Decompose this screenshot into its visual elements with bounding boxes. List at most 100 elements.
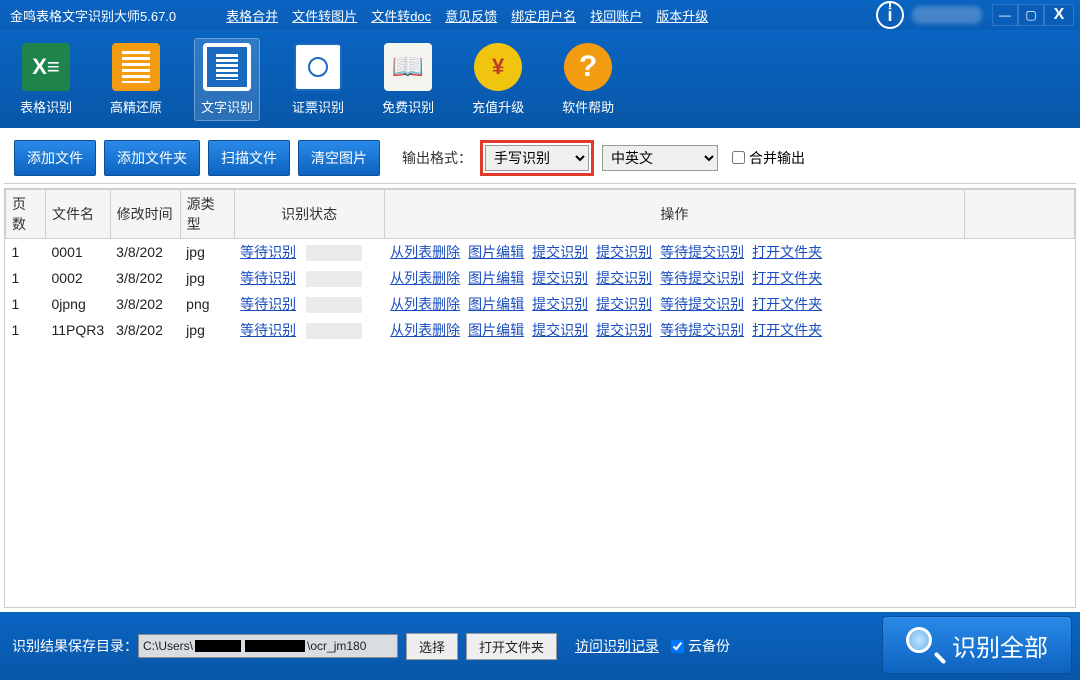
ribbon-label: 充值升级 <box>472 97 524 116</box>
ribbon-label: 表格识别 <box>20 97 72 116</box>
output-format-select[interactable]: 手写识别 <box>485 145 589 171</box>
ribbon-label: 高精还原 <box>110 97 162 116</box>
footer: 识别结果保存目录： C:\Users\\ocr_jm180 选择 打开文件夹 访… <box>0 612 1080 680</box>
cell-pages: 1 <box>6 291 46 317</box>
op-link-0[interactable]: 从列表删除 <box>390 322 460 338</box>
op-link-5[interactable]: 打开文件夹 <box>752 322 822 338</box>
recognize-all-button[interactable]: 识别全部 <box>882 616 1072 674</box>
window-maximize-button[interactable]: ▢ <box>1018 4 1044 26</box>
op-link-2[interactable]: 提交识别 <box>532 322 588 338</box>
menu-links: 表格合并 文件转图片 文件转doc 意见反馈 绑定用户名 找回账户 版本升级 <box>226 6 708 25</box>
col-filename[interactable]: 文件名 <box>46 190 111 239</box>
app-title: 金鸣表格文字识别大师5.67.0 <box>6 6 176 25</box>
ribbon-text-ocr[interactable]: 文字识别 <box>194 38 260 121</box>
merge-output-input[interactable] <box>732 151 745 164</box>
status-link[interactable]: 等待识别 <box>240 322 296 338</box>
add-folder-button[interactable]: 添加文件夹 <box>104 140 200 176</box>
cell-filename: 0002 <box>46 265 111 291</box>
menu-file-to-image[interactable]: 文件转图片 <box>292 6 357 25</box>
op-link-5[interactable]: 打开文件夹 <box>752 296 822 312</box>
cell-ops: 从列表删除图片编辑提交识别提交识别等待提交识别打开文件夹 <box>384 317 964 343</box>
op-link-0[interactable]: 从列表删除 <box>390 270 460 286</box>
op-link-3[interactable]: 提交识别 <box>596 322 652 338</box>
op-link-1[interactable]: 图片编辑 <box>468 244 524 260</box>
op-link-1[interactable]: 图片编辑 <box>468 270 524 286</box>
visit-log-link[interactable]: 访问识别记录 <box>575 636 659 656</box>
add-file-button[interactable]: 添加文件 <box>14 140 96 176</box>
cloud-backup-checkbox[interactable]: 云备份 <box>671 636 730 656</box>
cloud-backup-input[interactable] <box>671 640 684 653</box>
ribbon-recharge[interactable]: ¥ 充值升级 <box>466 39 530 120</box>
table-row[interactable]: 111PQR33/8/202jpg等待识别从列表删除图片编辑提交识别提交识别等待… <box>6 317 1075 343</box>
help-icon: ? <box>564 43 612 91</box>
status-link[interactable]: 等待识别 <box>240 296 296 312</box>
scan-file-button[interactable]: 扫描文件 <box>208 140 290 176</box>
col-spacer <box>965 190 1075 239</box>
col-ops[interactable]: 操作 <box>384 190 964 239</box>
table-row[interactable]: 100023/8/202jpg等待识别从列表删除图片编辑提交识别提交识别等待提交… <box>6 265 1075 291</box>
window-minimize-button[interactable]: — <box>992 4 1018 26</box>
col-status[interactable]: 识别状态 <box>234 190 384 239</box>
ribbon-cert-ocr[interactable]: 证票识别 <box>286 39 350 120</box>
id-card-icon <box>294 43 342 91</box>
op-link-3[interactable]: 提交识别 <box>596 244 652 260</box>
ribbon-free-ocr[interactable]: 📖 免费识别 <box>376 39 440 120</box>
document-icon <box>112 43 160 91</box>
op-link-2[interactable]: 提交识别 <box>532 244 588 260</box>
titlebar: 金鸣表格文字识别大师5.67.0 表格合并 文件转图片 文件转doc 意见反馈 … <box>0 0 1080 30</box>
menu-feedback[interactable]: 意见反馈 <box>445 6 497 25</box>
col-srctype[interactable]: 源类型 <box>180 190 234 239</box>
ribbon-help[interactable]: ? 软件帮助 <box>556 39 620 120</box>
status-link[interactable]: 等待识别 <box>240 244 296 260</box>
menu-merge-tables[interactable]: 表格合并 <box>226 6 278 25</box>
status-link[interactable]: 等待识别 <box>240 270 296 286</box>
choose-dir-button[interactable]: 选择 <box>406 633 458 660</box>
op-link-4[interactable]: 等待提交识别 <box>660 270 744 286</box>
excel-icon: X≡ <box>22 43 70 91</box>
op-link-1[interactable]: 图片编辑 <box>468 296 524 312</box>
table-row[interactable]: 10jpng3/8/202png等待识别从列表删除图片编辑提交识别提交识别等待提… <box>6 291 1075 317</box>
cell-filename: 0001 <box>46 239 111 266</box>
cell-filename: 0jpng <box>46 291 111 317</box>
cell-ops: 从列表删除图片编辑提交识别提交识别等待提交识别打开文件夹 <box>384 239 964 266</box>
cell-status: 等待识别 <box>234 265 384 291</box>
menu-upgrade[interactable]: 版本升级 <box>656 6 708 25</box>
col-mtime[interactable]: 修改时间 <box>110 190 180 239</box>
op-link-1[interactable]: 图片编辑 <box>468 322 524 338</box>
info-icon[interactable]: i <box>876 1 904 29</box>
window-close-button[interactable]: X <box>1044 4 1074 26</box>
menu-file-to-doc[interactable]: 文件转doc <box>371 6 431 25</box>
ribbon-table-ocr[interactable]: X≡ 表格识别 <box>14 39 78 120</box>
text-page-icon <box>203 43 251 91</box>
op-link-2[interactable]: 提交识别 <box>532 270 588 286</box>
save-dir-path[interactable]: C:\Users\\ocr_jm180 <box>138 634 398 658</box>
language-select[interactable]: 中英文 <box>602 145 718 171</box>
table-row[interactable]: 100013/8/202jpg等待识别从列表删除图片编辑提交识别提交识别等待提交… <box>6 239 1075 266</box>
clear-images-button[interactable]: 清空图片 <box>298 140 380 176</box>
recognize-all-label: 识别全部 <box>952 628 1048 663</box>
ribbon-label: 文字识别 <box>201 97 253 116</box>
save-dir-label: 识别结果保存目录： <box>12 636 138 656</box>
op-link-0[interactable]: 从列表删除 <box>390 244 460 260</box>
op-link-5[interactable]: 打开文件夹 <box>752 270 822 286</box>
ribbon-high-fidelity[interactable]: 高精还原 <box>104 39 168 120</box>
op-link-2[interactable]: 提交识别 <box>532 296 588 312</box>
op-link-0[interactable]: 从列表删除 <box>390 296 460 312</box>
op-link-3[interactable]: 提交识别 <box>596 270 652 286</box>
cell-ops: 从列表删除图片编辑提交识别提交识别等待提交识别打开文件夹 <box>384 265 964 291</box>
col-pages[interactable]: 页数 <box>6 190 46 239</box>
op-link-4[interactable]: 等待提交识别 <box>660 296 744 312</box>
cell-ops: 从列表删除图片编辑提交识别提交识别等待提交识别打开文件夹 <box>384 291 964 317</box>
op-link-4[interactable]: 等待提交识别 <box>660 322 744 338</box>
open-folder-button[interactable]: 打开文件夹 <box>466 633 557 660</box>
ribbon-label: 免费识别 <box>382 97 434 116</box>
menu-bind-user[interactable]: 绑定用户名 <box>511 6 576 25</box>
op-link-3[interactable]: 提交识别 <box>596 296 652 312</box>
cell-status: 等待识别 <box>234 291 384 317</box>
user-area-blur <box>912 6 982 24</box>
menu-recover-account[interactable]: 找回账户 <box>590 6 642 25</box>
op-link-5[interactable]: 打开文件夹 <box>752 244 822 260</box>
cloud-backup-label: 云备份 <box>688 636 730 656</box>
merge-output-checkbox[interactable]: 合并输出 <box>732 148 805 168</box>
op-link-4[interactable]: 等待提交识别 <box>660 244 744 260</box>
